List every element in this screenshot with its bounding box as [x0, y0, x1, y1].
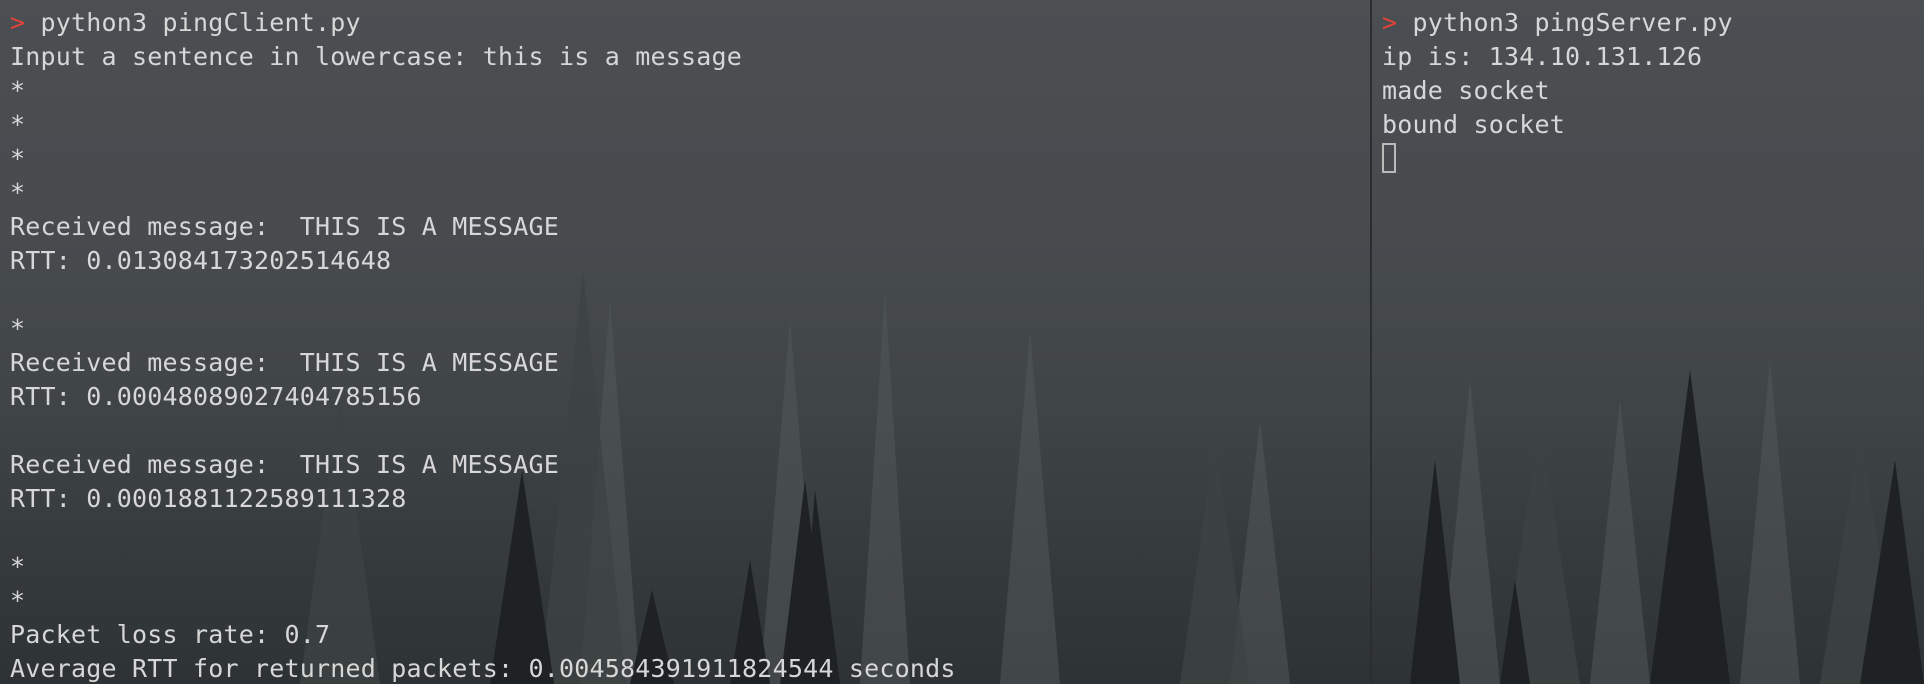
output-line: *: [10, 76, 26, 105]
output-line: *: [10, 110, 26, 139]
prompt-symbol: >: [1382, 8, 1398, 37]
cursor-line: [1382, 142, 1924, 176]
prompt-symbol: >: [10, 8, 26, 37]
output-line: RTT: 0.00048089027404785156: [10, 382, 422, 411]
output-line: Received message: THIS IS A MESSAGE: [10, 212, 560, 241]
output-line: RTT: 0.013084173202514648: [10, 246, 392, 275]
output-line: Received message: THIS IS A MESSAGE: [10, 450, 560, 479]
terminal-pane-client[interactable]: > python3 pingClient.py Input a sentence…: [0, 0, 1370, 684]
output-line: made socket: [1382, 76, 1550, 105]
terminal-pane-server[interactable]: > python3 pingServer.py ip is: 134.10.13…: [1372, 0, 1924, 684]
prompt-line: > python3 pingServer.py: [1382, 6, 1924, 40]
command-text: python3 pingServer.py: [1412, 8, 1733, 37]
output-line: Average RTT for returned packets: 0.0045…: [10, 654, 956, 683]
output-line: RTT: 0.0001881122589111328: [10, 484, 407, 513]
output-line: *: [10, 144, 26, 173]
output-line: *: [10, 552, 26, 581]
prompt-line: > python3 pingClient.py: [10, 6, 1370, 40]
pane-divider[interactable]: [1370, 0, 1372, 684]
output-line: Input a sentence in lowercase: this is a…: [10, 42, 743, 71]
output-line: *: [10, 314, 26, 343]
terminal-window: > python3 pingClient.py Input a sentence…: [0, 0, 1924, 684]
output-line: Received message: THIS IS A MESSAGE: [10, 348, 560, 377]
output-line: *: [10, 586, 26, 615]
output-line: ip is: 134.10.131.126: [1382, 42, 1703, 71]
output-line: bound socket: [1382, 110, 1566, 139]
output-line: *: [10, 178, 26, 207]
output-line: Packet loss rate: 0.7: [10, 620, 331, 649]
terminal-cursor: [1382, 143, 1396, 173]
command-text: python3 pingClient.py: [40, 8, 361, 37]
